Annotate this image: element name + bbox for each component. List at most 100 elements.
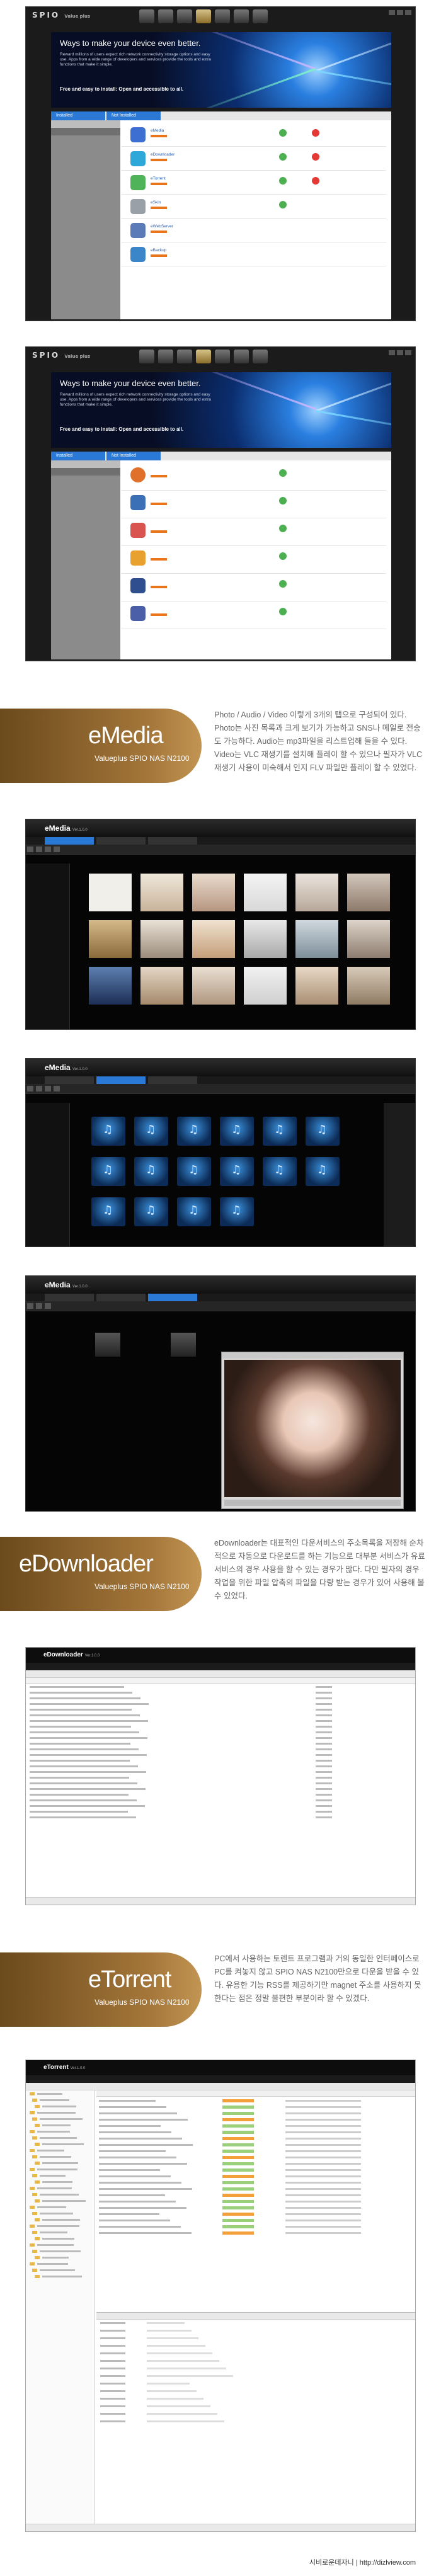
sidebar-item[interactable] [26, 2273, 94, 2279]
sidebar-item[interactable] [26, 2242, 94, 2248]
tool-icon[interactable] [36, 1086, 42, 1091]
dock-icon[interactable] [234, 350, 249, 363]
player-controls[interactable] [224, 1500, 401, 1506]
remove-button[interactable] [312, 129, 319, 137]
list-item[interactable]: eBackup [122, 242, 386, 266]
list-item[interactable]: eMedia [122, 123, 386, 147]
sidebar-item[interactable] [26, 2254, 94, 2260]
sidebar-item[interactable] [26, 2216, 94, 2223]
dock-icon[interactable] [196, 9, 211, 23]
music-note-icon[interactable] [220, 1117, 254, 1146]
photo-thumb[interactable] [192, 920, 235, 958]
photo-thumb[interactable] [295, 920, 338, 958]
table-row[interactable] [96, 2098, 415, 2104]
sidebar-item[interactable] [51, 476, 120, 483]
tab-video[interactable] [148, 1294, 197, 1301]
table-row[interactable] [26, 1695, 415, 1701]
tool-icon[interactable] [54, 1086, 60, 1091]
tab-audio[interactable] [96, 1294, 146, 1301]
install-button[interactable] [279, 497, 287, 504]
table-row[interactable] [26, 1752, 415, 1758]
update-button[interactable] [279, 129, 287, 137]
music-note-icon[interactable] [220, 1197, 254, 1226]
list-item[interactable] [122, 574, 386, 601]
sidebar-item[interactable] [51, 128, 120, 135]
table-row[interactable] [26, 1792, 415, 1798]
photo-thumb[interactable] [347, 920, 390, 958]
table-row[interactable] [96, 2161, 415, 2167]
sidebar-item[interactable] [26, 2229, 94, 2235]
remove-button[interactable] [312, 153, 319, 161]
photo-thumb[interactable] [192, 967, 235, 1005]
table-row[interactable] [96, 2104, 415, 2111]
table-row[interactable] [96, 2174, 415, 2180]
list-item[interactable] [122, 463, 386, 491]
tab-photo[interactable] [45, 1076, 94, 1084]
table-row[interactable] [96, 2192, 415, 2199]
sidebar-item[interactable] [26, 2103, 94, 2109]
photo-thumb[interactable] [89, 967, 132, 1005]
table-row[interactable] [26, 1747, 415, 1752]
tab-photo[interactable] [45, 837, 94, 845]
music-note-icon[interactable] [306, 1157, 340, 1186]
table-row[interactable] [26, 1786, 415, 1792]
minimize-icon[interactable] [389, 350, 395, 355]
music-note-icon[interactable] [134, 1197, 168, 1226]
photo-thumb[interactable] [89, 920, 132, 958]
table-row[interactable] [96, 2186, 415, 2192]
sidebar-item[interactable] [26, 2185, 94, 2191]
photo-thumb[interactable] [347, 874, 390, 911]
music-note-icon[interactable] [177, 1197, 211, 1226]
table-row[interactable] [26, 1718, 415, 1724]
tool-icon[interactable] [27, 846, 33, 852]
music-note-icon[interactable] [177, 1157, 211, 1186]
tab-installed[interactable]: Installed [51, 111, 105, 120]
dock-icon[interactable] [177, 9, 192, 23]
tool-icon[interactable] [45, 1303, 51, 1309]
music-note-icon[interactable] [306, 1117, 340, 1146]
install-button[interactable] [279, 525, 287, 532]
tool-icon[interactable] [36, 1303, 42, 1309]
dock-icon[interactable] [234, 9, 249, 23]
dock-icon[interactable] [139, 350, 154, 363]
photo-thumb[interactable] [347, 967, 390, 1005]
music-note-icon[interactable] [263, 1117, 297, 1146]
sidebar-item[interactable] [26, 2210, 94, 2216]
photo-thumb[interactable] [192, 874, 235, 911]
list-item[interactable] [122, 518, 386, 546]
list-item[interactable] [122, 601, 386, 629]
sidebar-item[interactable] [26, 2267, 94, 2273]
table-row[interactable] [96, 2148, 415, 2155]
table-row[interactable] [96, 2136, 415, 2142]
sidebar-item[interactable] [26, 2097, 94, 2103]
table-row[interactable] [26, 1764, 415, 1769]
music-note-icon[interactable] [263, 1157, 297, 1186]
video-file-icon[interactable] [171, 1333, 196, 1357]
video-file-icon[interactable] [95, 1333, 120, 1357]
table-row[interactable] [26, 1769, 415, 1775]
sidebar-item[interactable] [26, 2191, 94, 2197]
tab-not-installed[interactable]: Not Installed [106, 111, 161, 120]
music-note-icon[interactable] [134, 1117, 168, 1146]
remove-button[interactable] [312, 177, 319, 185]
tab-not-installed[interactable]: Not Installed [106, 452, 161, 460]
sidebar-item[interactable] [26, 2090, 94, 2097]
table-row[interactable] [96, 2180, 415, 2186]
sidebar-item[interactable] [26, 2235, 94, 2242]
table-row[interactable] [96, 2117, 415, 2123]
music-note-icon[interactable] [220, 1157, 254, 1186]
table-row[interactable] [26, 1775, 415, 1781]
install-button[interactable] [279, 580, 287, 588]
music-note-icon[interactable] [134, 1157, 168, 1186]
table-row[interactable] [96, 2129, 415, 2136]
sidebar-item[interactable] [51, 468, 120, 476]
table-row[interactable] [96, 2142, 415, 2148]
dock-icon[interactable] [196, 350, 211, 363]
music-note-icon[interactable] [91, 1117, 125, 1146]
sidebar-item[interactable] [26, 2260, 94, 2267]
photo-thumb[interactable] [89, 874, 132, 911]
table-row[interactable] [96, 2218, 415, 2224]
dock-icon[interactable] [158, 9, 173, 23]
sidebar-item[interactable] [26, 2172, 94, 2179]
sidebar-item[interactable] [26, 2122, 94, 2128]
